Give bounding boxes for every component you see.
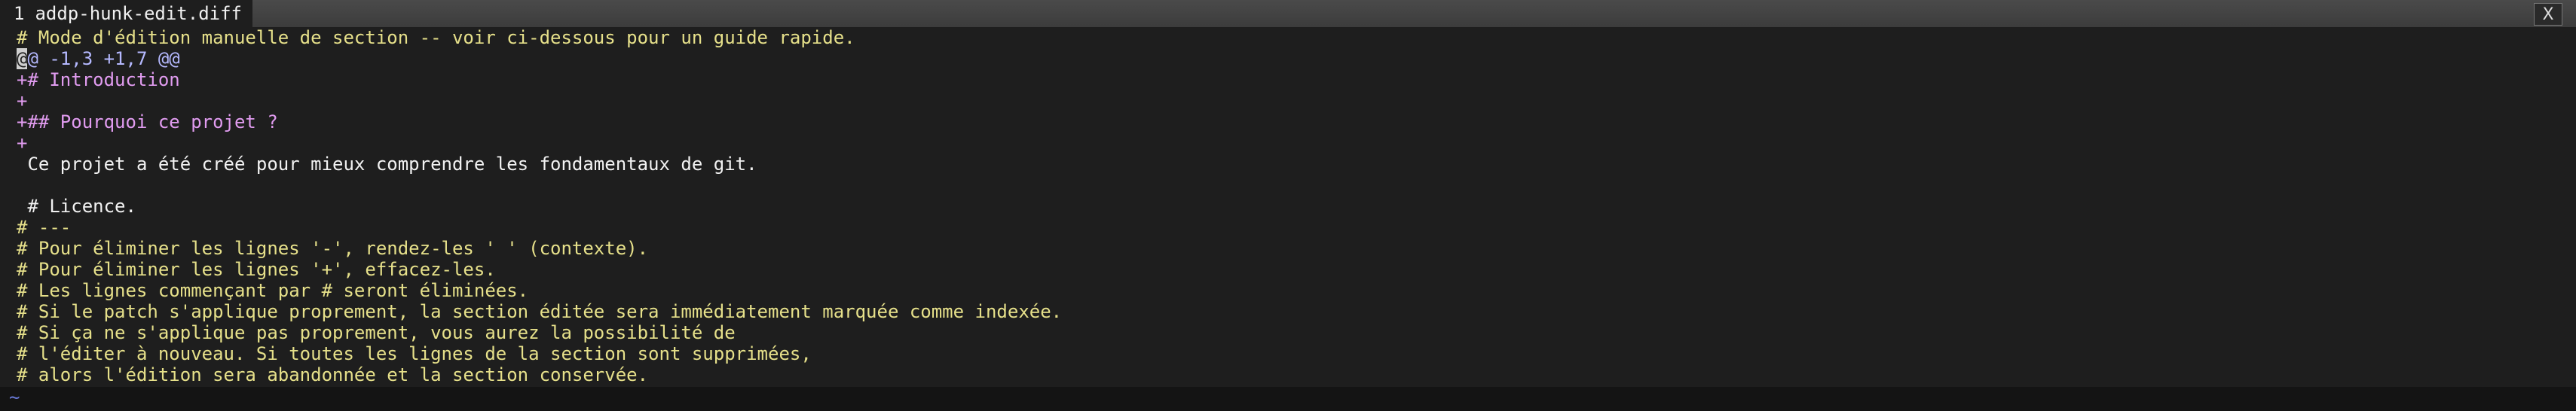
hunk-header-line: @@ -1,3 +1,7 @@ bbox=[17, 48, 180, 69]
comment-line: # l'éditer à nouveau. Si toutes les lign… bbox=[17, 343, 812, 364]
added-line: + bbox=[17, 132, 28, 154]
added-line: +# Introduction bbox=[17, 69, 180, 90]
tab-bar: 1 addp-hunk-edit.diff X bbox=[0, 0, 2576, 27]
context-line: # Licence. bbox=[17, 196, 136, 217]
status-area: ~ bbox=[0, 387, 2576, 411]
comment-line: # Les lignes commençant par # seront éli… bbox=[17, 280, 529, 301]
tab-filename: addp-hunk-edit.diff bbox=[35, 3, 242, 24]
comment-line: # Pour éliminer les lignes '-', rendez-l… bbox=[17, 238, 649, 259]
comment-line: # Si le patch s'applique proprement, la … bbox=[17, 301, 1063, 322]
comment-line: # --- bbox=[17, 217, 72, 238]
tab-addp-hunk-edit[interactable]: 1 addp-hunk-edit.diff bbox=[0, 0, 252, 27]
added-line: +## Pourquoi ce projet ? bbox=[17, 111, 278, 132]
tab-number: 1 bbox=[14, 3, 25, 24]
text-cursor: @ bbox=[17, 48, 28, 69]
added-line: + bbox=[17, 90, 28, 111]
empty-line-marker: ~ bbox=[9, 387, 20, 408]
editor-buffer[interactable]: # Mode d'édition manuelle de section -- … bbox=[0, 27, 2576, 387]
tab-bar-filler bbox=[252, 0, 2576, 27]
context-line bbox=[17, 175, 27, 196]
close-button[interactable]: X bbox=[2534, 3, 2562, 26]
comment-line: # alors l'édition sera abandonnée et la … bbox=[17, 364, 649, 385]
buffer-line: # Mode d'édition manuelle de section -- … bbox=[17, 27, 855, 48]
comment-line: # Si ça ne s'applique pas proprement, vo… bbox=[17, 322, 736, 343]
comment-line: # Pour éliminer les lignes '+', effacez-… bbox=[17, 259, 496, 280]
context-line: Ce projet a été créé pour mieux comprend… bbox=[17, 154, 757, 175]
hunk-header-text: @ -1,3 +1,7 @@ bbox=[27, 48, 180, 69]
